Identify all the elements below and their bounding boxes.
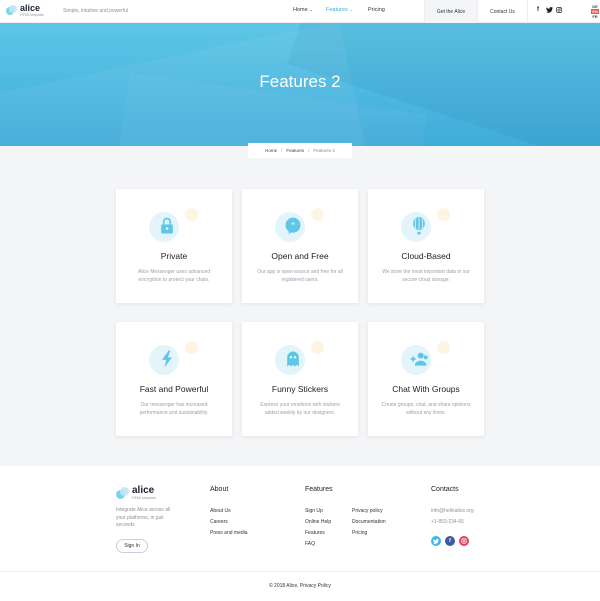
feature-title: Chat With Groups [392,384,460,394]
ghost-icon [287,351,299,367]
get-alice-button[interactable]: Get the Alice [424,0,478,23]
footer-instagram-icon[interactable] [459,536,469,546]
instagram-icon[interactable] [556,7,562,15]
footer-phone[interactable]: +1-853-234-65 [431,519,464,525]
footer-twitter-icon[interactable] [431,536,441,546]
footer [0,466,600,601]
facebook-icon[interactable]: f [537,7,539,13]
footer-link-pricing[interactable]: Pricing [352,530,367,536]
footer-divider [0,571,600,572]
breadcrumb-features[interactable]: Features [286,148,304,153]
language-switcher[interactable]: DE EN FR [590,0,600,23]
feature-title: Open and Free [271,251,329,261]
chevron-down-icon: ⌄ [309,7,314,12]
header: alice HTML template Simple, intuitive an… [0,0,600,23]
svg-text:": " [291,221,295,231]
nav-home[interactable]: Home ⌄ [293,7,313,13]
footer-link-about-us[interactable]: About Us [210,508,231,514]
footer-link-careers[interactable]: Careers [210,519,228,525]
feature-title: Private [160,251,188,261]
group-icon [410,352,428,366]
feature-title: Fast and Powerful [139,384,209,394]
feature-card-private: Private Alice Messenger uses advanced en… [116,189,232,303]
footer-link-sign-up[interactable]: Sign Up [305,508,323,514]
feature-card-funny-stickers: Funny Stickers Express your emotions wit… [242,322,358,436]
logo-mark-icon [116,486,129,500]
feature-text: Express your emotions with stickers adde… [260,402,340,416]
nav-pricing[interactable]: Pricing [368,7,385,13]
footer-facebook-icon[interactable]: f [445,536,455,546]
footer-link-press[interactable]: Press and media [210,530,248,536]
footer-link-online-help[interactable]: Online Help [305,519,331,525]
footer-email[interactable]: info@hellоalice.org [431,508,474,514]
lightning-icon [162,350,172,368]
footer-link-documentation[interactable]: Documentation [352,519,386,525]
nav-features[interactable]: Features ⌄ [326,7,353,13]
twitter-icon[interactable] [546,7,553,15]
feature-text: Alice Messenger uses advanced encryption… [138,269,210,283]
feature-title: Funny Stickers [271,384,329,394]
feature-card-open-free: " Open and Free Our app is open-source a… [242,189,358,303]
feature-text: Create groups, chat, and share opinions … [381,402,471,416]
tagline: Simple, intuitive and powerful [63,8,129,14]
sign-in-button[interactable]: Sign In [116,539,148,553]
footer-link-privacy[interactable]: Privacy policy [352,508,383,514]
lang-fr[interactable]: FR [592,14,597,19]
logo-name: alice [20,3,41,13]
feature-card-cloud-based: Cloud-Based We store the most important … [368,189,484,303]
footer-logo-subtitle: HTML template [132,496,156,500]
footer-heading-contacts: Contacts [431,486,459,493]
balloon-icon [413,216,425,235]
feature-card-fast-powerful: Fast and Powerful Our messenger has incr… [116,322,232,436]
feature-card-chat-groups: Chat With Groups Create groups, chat, an… [368,322,484,436]
feature-text: Our app is open-source and free for all … [257,269,343,283]
contact-us-button[interactable]: Contact Us [478,0,528,23]
footer-description: Integrate Alice across all your platform… [116,507,171,528]
logo-mark-icon [6,5,17,16]
footer-link-faq[interactable]: FAQ [305,541,315,547]
logo-subtitle: HTML template [20,13,44,17]
page-title: Features 2 [259,72,341,91]
breadcrumb-home[interactable]: Home [265,148,277,153]
hero-banner: Features 2 [0,23,600,146]
chevron-down-icon: ⌄ [349,7,354,12]
footer-logo-name: alice [132,485,155,496]
footer-heading-features: Features [305,486,333,493]
logo[interactable]: alice HTML template [6,4,44,18]
feature-text: Our messenger has increased performance … [139,402,209,416]
feature-title: Cloud-Based [401,251,451,261]
footer-link-features[interactable]: Features [305,530,325,536]
footer-logo[interactable]: alice HTML template [116,486,156,501]
quote-bubble-icon: " [285,217,301,235]
copyright[interactable]: © 2018 Alice, Privacy Policy [0,583,600,589]
breadcrumb: Home / Features / Features 2 [248,143,352,158]
breadcrumb-current: Features 2 [313,148,335,153]
footer-heading-about: About [210,486,229,493]
lock-icon [161,217,173,234]
feature-text: We store the most important data in our … [382,269,470,283]
